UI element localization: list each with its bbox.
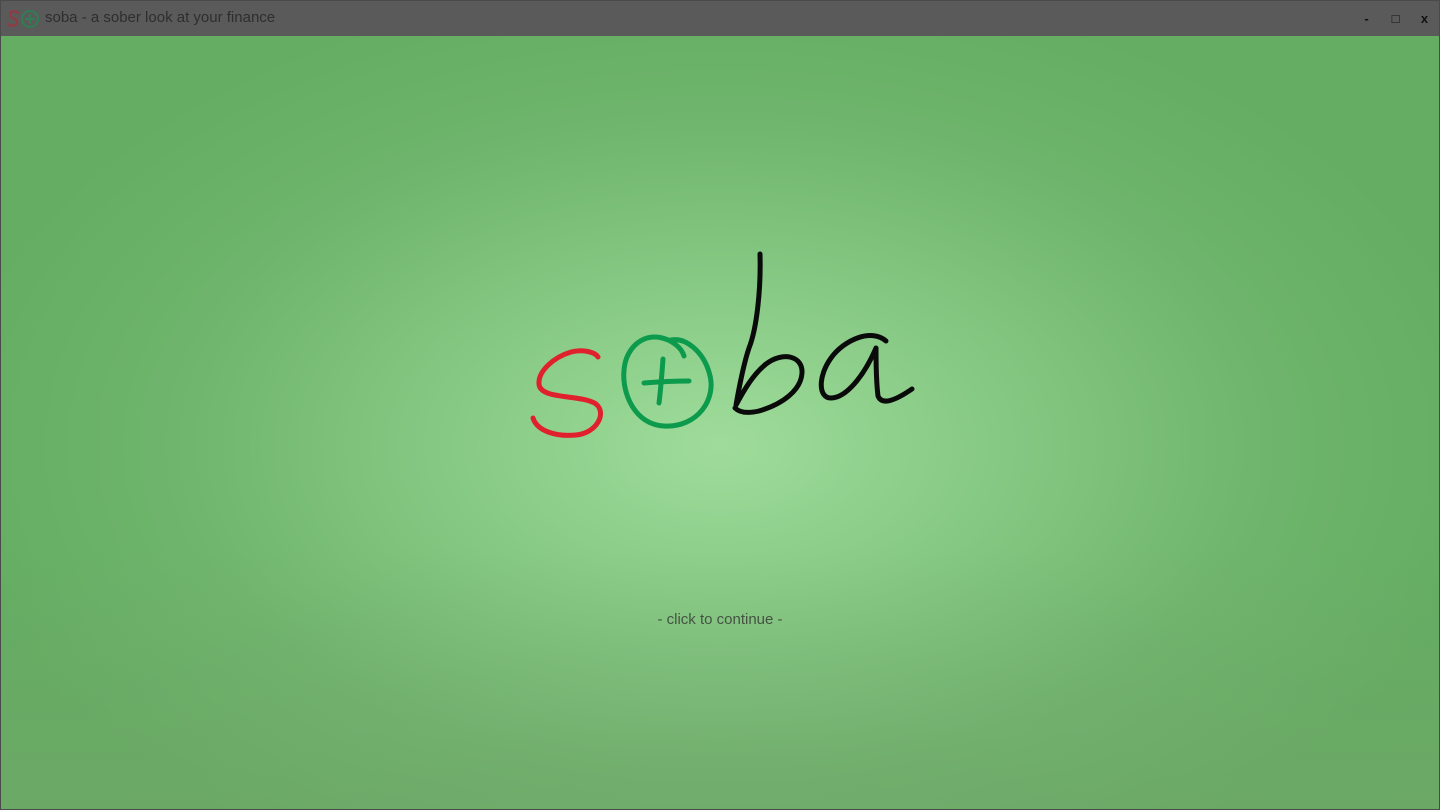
logo-letter-a-icon xyxy=(818,333,915,404)
app-logo-icon xyxy=(6,10,39,28)
logo-letter-b-icon xyxy=(732,251,805,415)
close-button[interactable]: x xyxy=(1410,1,1439,36)
window-controls: - □ x xyxy=(1352,1,1439,36)
window-title: soba - a sober look at your finance xyxy=(45,9,276,26)
logo-letter-s-icon xyxy=(530,348,603,438)
soba-logo xyxy=(530,251,915,438)
title-bar[interactable]: soba - a sober look at your finance - □ … xyxy=(1,1,1439,36)
click-to-continue-prompt[interactable]: - click to continue - xyxy=(1,611,1439,628)
app-window: soba - a sober look at your finance - □ … xyxy=(0,0,1440,810)
minimize-button[interactable]: - xyxy=(1352,1,1381,36)
maximize-button[interactable]: □ xyxy=(1381,1,1410,36)
splash-screen[interactable]: - click to continue - xyxy=(1,36,1439,809)
